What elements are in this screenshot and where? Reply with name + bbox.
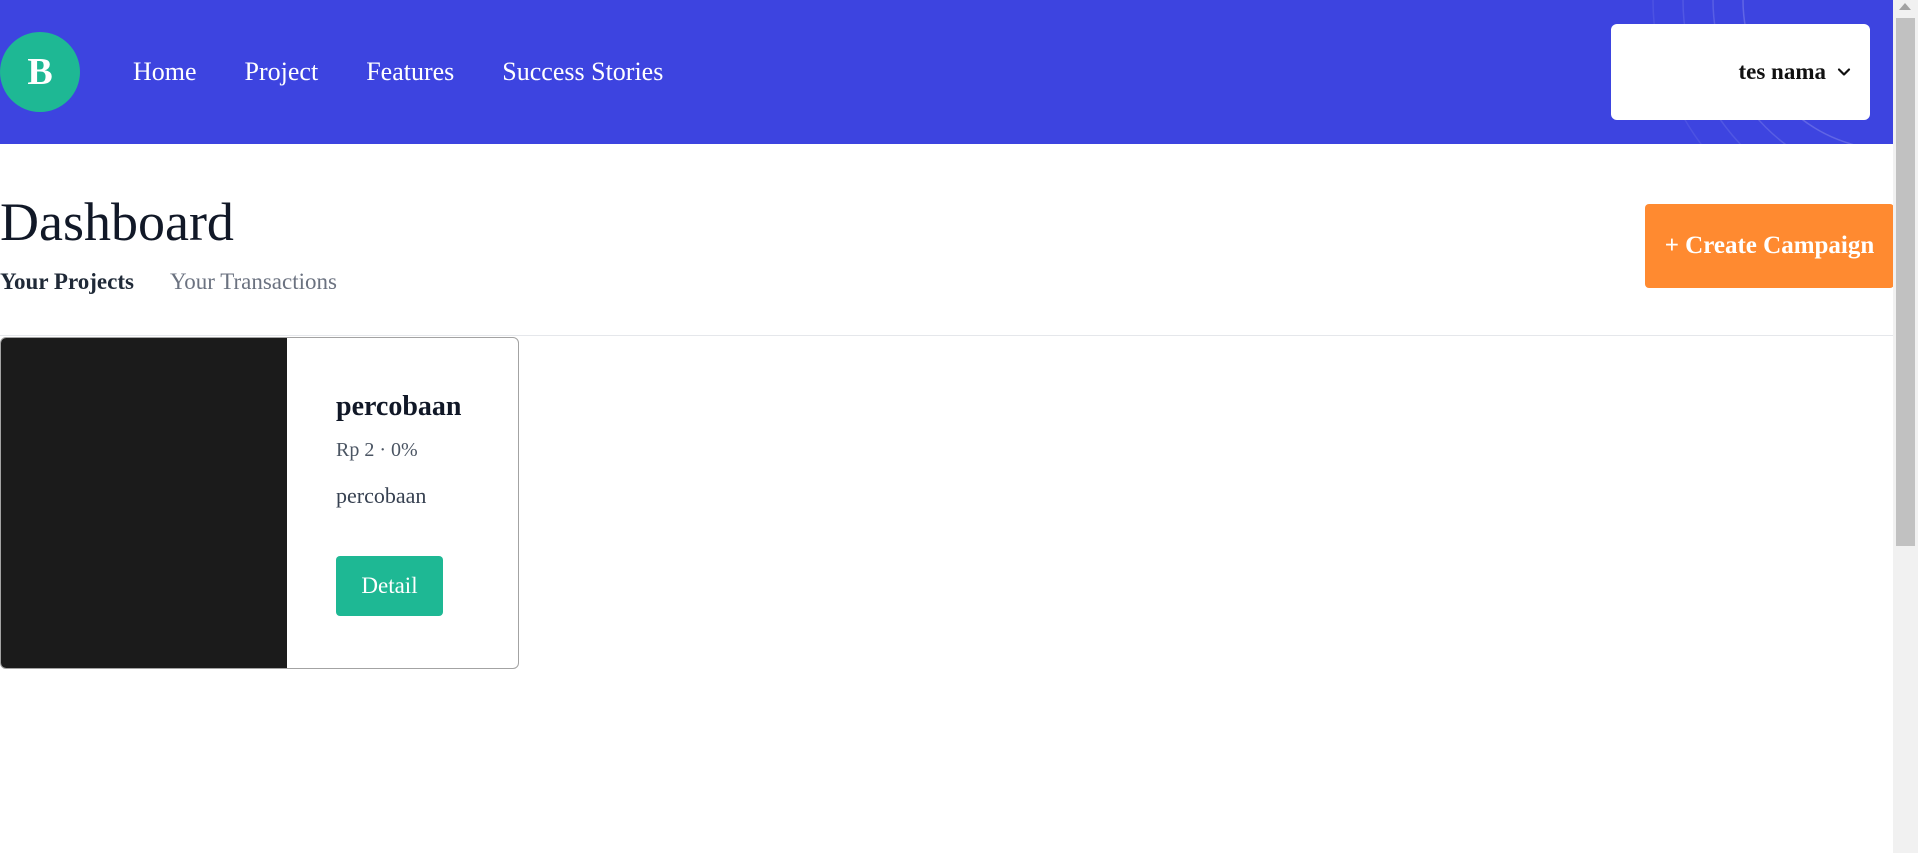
page-title: Dashboard	[0, 192, 234, 252]
dashboard-tabs: Your Projects Your Transactions	[0, 266, 337, 298]
project-funding-meta: Rp 2 · 0%	[336, 439, 418, 461]
tab-your-projects[interactable]: Your Projects	[0, 266, 134, 298]
user-name: tes nama	[1738, 59, 1826, 84]
logo[interactable]: B	[0, 32, 80, 112]
scrollbar-thumb[interactable]	[1896, 18, 1915, 546]
project-card-body: percobaan Rp 2 · 0% percobaan Detail	[287, 338, 462, 668]
create-campaign-button[interactable]: + Create Campaign	[1645, 204, 1894, 288]
divider	[0, 335, 1893, 336]
user-menu-dropdown[interactable]: tes nama	[1611, 24, 1870, 120]
nav-home[interactable]: Home	[133, 52, 197, 92]
tab-your-transactions[interactable]: Your Transactions	[170, 266, 337, 298]
vertical-scrollbar[interactable]	[1893, 0, 1918, 853]
project-image	[1, 338, 287, 668]
chevron-down-icon	[1837, 68, 1851, 76]
project-description: percobaan	[336, 483, 427, 508]
scroll-up-arrow-icon[interactable]	[1899, 3, 1911, 10]
detail-button[interactable]: Detail	[336, 556, 443, 616]
nav-features[interactable]: Features	[366, 52, 454, 92]
project-title: percobaan	[336, 391, 462, 422]
main-nav: Home Project Features Success Stories	[133, 52, 663, 92]
nav-success-stories[interactable]: Success Stories	[502, 52, 663, 92]
project-card: percobaan Rp 2 · 0% percobaan Detail	[0, 337, 519, 669]
top-navbar: B Home Project Features Success Stories …	[0, 0, 1893, 144]
nav-project[interactable]: Project	[245, 52, 319, 92]
